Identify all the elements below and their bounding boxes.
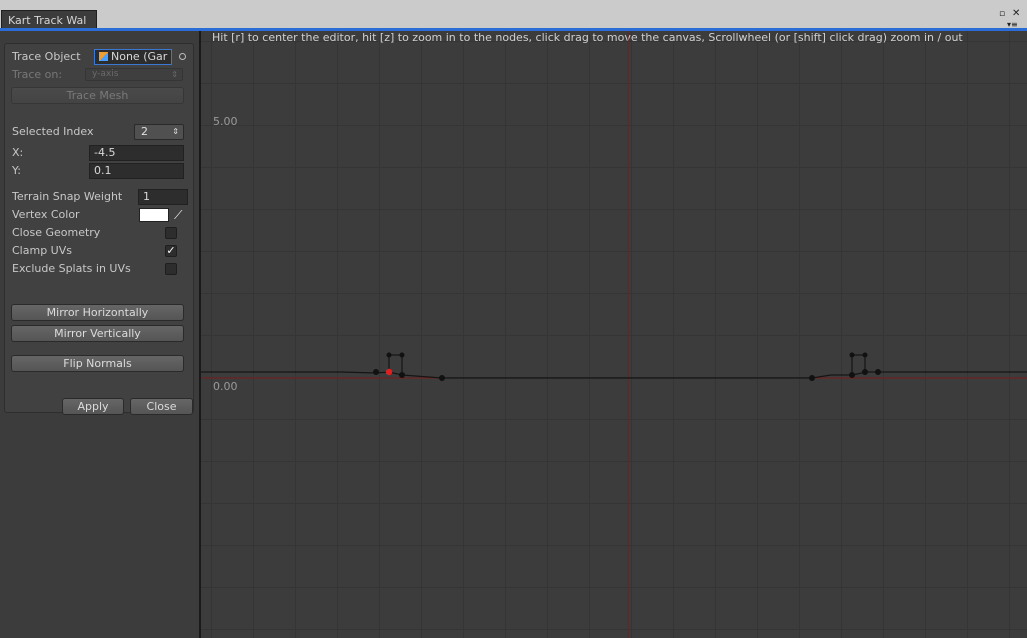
clamp-uvs-checkbox[interactable]: ✓ [165, 245, 177, 257]
graph-node[interactable] [399, 352, 405, 358]
selected-index-label: Selected Index [12, 125, 94, 138]
track-wall-profile-line [201, 371, 1027, 379]
gameobject-cube-icon [99, 52, 108, 61]
eyedropper-icon[interactable]: ⟋ [174, 208, 186, 222]
flip-normals-button[interactable]: Flip Normals [11, 355, 184, 372]
checkmark-icon: ✓ [166, 244, 176, 257]
y-field[interactable]: 0.1 [89, 163, 184, 179]
trace-object-label: Trace Object [12, 50, 81, 63]
graph-node[interactable] [439, 375, 445, 381]
close-geometry-checkbox[interactable] [165, 227, 177, 239]
graph-node[interactable] [862, 369, 868, 375]
graph-node[interactable] [809, 375, 815, 381]
exclude-splats-checkbox[interactable] [165, 263, 177, 275]
inspector-panel: Trace Object None (Gar Trace on: y-axis … [0, 31, 199, 638]
terrain-snap-weight-label: Terrain Snap Weight [12, 190, 123, 203]
vertex-color-swatch[interactable] [139, 208, 169, 222]
graph-node[interactable] [849, 352, 855, 358]
graph-node-selected[interactable] [385, 368, 393, 376]
graph-node[interactable] [862, 352, 868, 358]
dropdown-arrow-icon: ⇕ [171, 70, 178, 79]
trace-on-dropdown[interactable]: y-axis ⇕ [85, 68, 183, 81]
dropdown-arrow-icon: ⇕ [172, 127, 179, 136]
clamp-uvs-label: Clamp UVs [12, 244, 72, 257]
graph-node[interactable] [849, 372, 855, 378]
vertex-color-label: Vertex Color [12, 208, 80, 221]
tab-bar: Kart Track Wal ▫ ✕ ▾≡ [0, 0, 1027, 32]
trace-on-label: Trace on: [12, 68, 63, 81]
x-label: X: [12, 146, 24, 159]
mirror-vertically-button[interactable]: Mirror Vertically [11, 325, 184, 342]
graph-node[interactable] [399, 372, 405, 378]
close-button[interactable]: Close [130, 398, 193, 415]
graph-node[interactable] [875, 369, 881, 375]
profile-graph[interactable] [201, 31, 1027, 638]
x-field[interactable]: -4.5 [89, 145, 184, 161]
trace-object-value: None (Gar [111, 50, 168, 63]
exclude-splats-label: Exclude Splats in UVs [12, 262, 131, 275]
selected-index-value: 2 [141, 125, 148, 138]
tab-kart-track-wall[interactable]: Kart Track Wal [1, 10, 97, 29]
selected-index-dropdown[interactable]: 2 ⇕ [134, 124, 184, 140]
y-label: Y: [12, 164, 21, 177]
object-picker-icon[interactable] [179, 53, 186, 60]
apply-button[interactable]: Apply [62, 398, 124, 415]
mirror-horizontally-button[interactable]: Mirror Horizontally [11, 304, 184, 321]
trace-on-value: y-axis [92, 69, 119, 79]
close-geometry-label: Close Geometry [12, 226, 101, 239]
trace-object-field[interactable]: None (Gar [94, 49, 172, 65]
graph-node[interactable] [373, 369, 379, 375]
window-maximize-icon[interactable]: ▫ [999, 10, 1005, 19]
graph-node[interactable] [386, 352, 392, 358]
terrain-snap-weight-field[interactable]: 1 [138, 189, 188, 205]
trace-mesh-button[interactable]: Trace Mesh [11, 87, 184, 104]
window-close-icon[interactable]: ✕ [1012, 9, 1020, 19]
node-editor-canvas[interactable]: Hit [r] to center the editor, hit [z] to… [201, 31, 1027, 638]
